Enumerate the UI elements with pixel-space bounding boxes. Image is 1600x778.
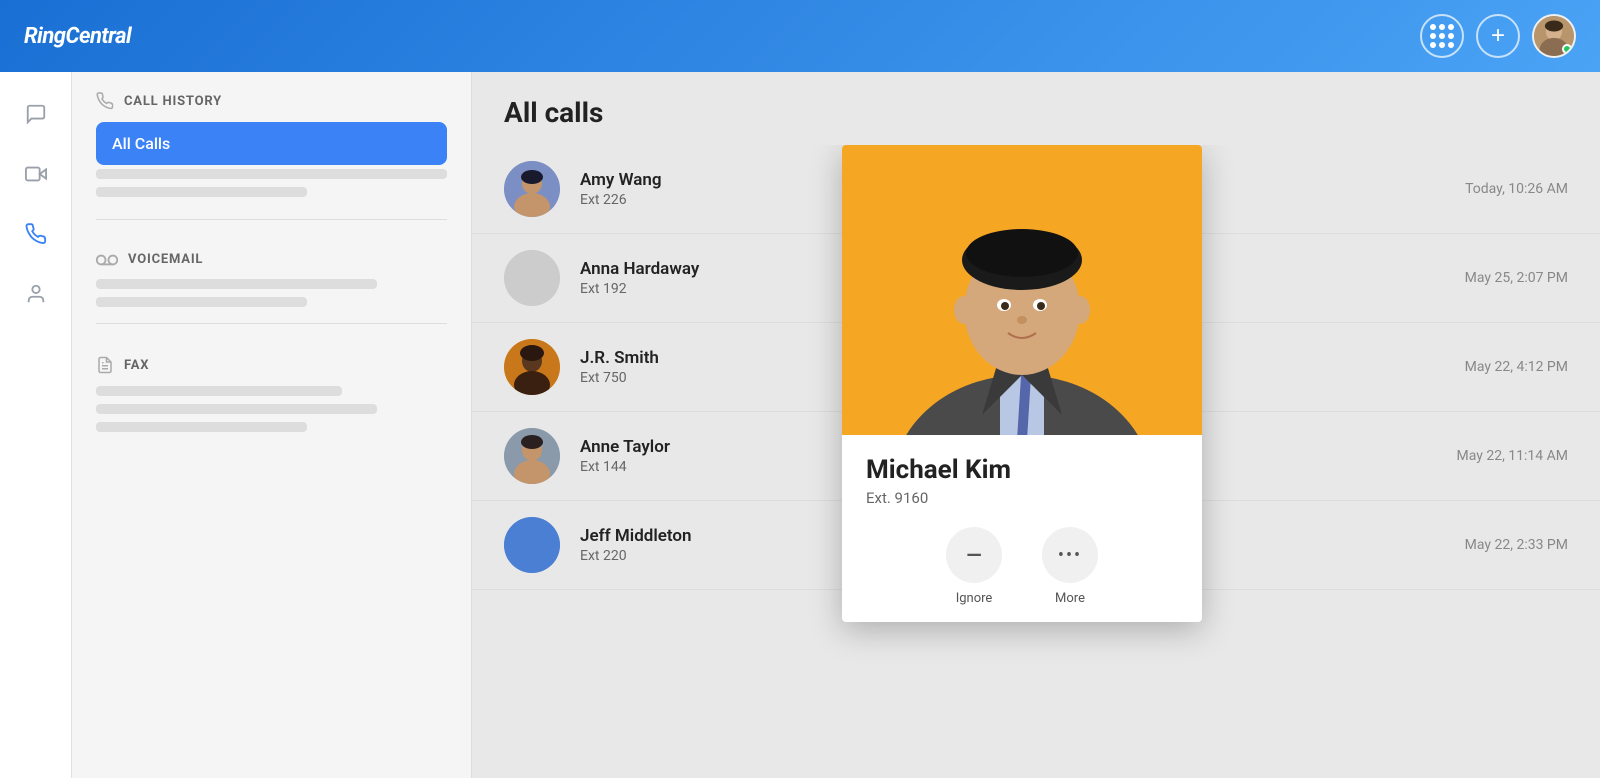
avatar-jr-smith xyxy=(504,339,560,395)
fax-placeholders xyxy=(72,386,471,432)
fax-section: FAX xyxy=(72,340,471,386)
nav-placeholder-1 xyxy=(96,169,447,179)
voicemail-icon xyxy=(96,253,118,267)
sidebar-item-chat[interactable] xyxy=(14,92,58,136)
ignore-label: Ignore xyxy=(956,591,993,606)
calls-inner: Amy Wang Ext 226 Today, 10:26 AM Anna Ha… xyxy=(472,145,1600,590)
more-button[interactable]: ••• xyxy=(1042,527,1098,583)
section-divider-1 xyxy=(96,219,447,220)
voicemail-placeholders xyxy=(72,279,471,307)
call-time-jr-smith: May 22, 4:12 PM xyxy=(1465,359,1568,375)
user-avatar[interactable] xyxy=(1532,14,1576,58)
fax-title: FAX xyxy=(96,356,447,374)
contact-card-ext: Ext. 9160 xyxy=(866,489,1178,507)
voicemail-section: VOICEMAIL xyxy=(72,236,471,279)
sidebar-item-video[interactable] xyxy=(14,152,58,196)
contact-card-actions: — Ignore ••• More xyxy=(866,527,1178,606)
more-action[interactable]: ••• More xyxy=(1042,527,1098,606)
main-content: CALL HISTORY All Calls VOICEMAIL xyxy=(0,72,1600,778)
avatar-anna-hardaway xyxy=(504,250,560,306)
section-divider-2 xyxy=(96,323,447,324)
nav-placeholder-2 xyxy=(96,187,307,197)
sidebar-icons xyxy=(0,72,72,778)
header-actions: + xyxy=(1420,14,1576,58)
voicemail-title: VOICEMAIL xyxy=(96,252,447,267)
dots-grid-icon xyxy=(1430,24,1454,48)
contact-card-name: Michael Kim xyxy=(866,455,1178,485)
ph-bar-5 xyxy=(96,422,307,432)
call-time-amy-wang: Today, 10:26 AM xyxy=(1465,181,1568,197)
avatar-amy-wang xyxy=(504,161,560,217)
ignore-button[interactable]: — xyxy=(946,527,1002,583)
call-time-jeff-middleton: May 22, 2:33 PM xyxy=(1465,537,1568,553)
call-time-anne-taylor: May 22, 11:14 AM xyxy=(1457,448,1569,464)
contact-card-info: Michael Kim Ext. 9160 — Ignore xyxy=(842,435,1202,622)
sidebar-panel: CALL HISTORY All Calls VOICEMAIL xyxy=(72,72,472,778)
call-history-section: CALL HISTORY All Calls xyxy=(72,72,471,215)
sidebar-item-contacts[interactable] xyxy=(14,272,58,316)
page-title: All calls xyxy=(504,96,1568,129)
fax-label: FAX xyxy=(124,358,149,373)
call-time-anna-hardaway: May 25, 2:07 PM xyxy=(1465,270,1568,286)
voicemail-label: VOICEMAIL xyxy=(128,252,203,267)
sidebar-item-phone[interactable] xyxy=(14,212,58,256)
phone-small-icon xyxy=(96,92,114,110)
more-icon: ••• xyxy=(1058,545,1082,566)
ph-bar-4 xyxy=(96,404,377,414)
contact-card: Michael Kim Ext. 9160 — Ignore xyxy=(842,145,1202,622)
all-calls-nav-item[interactable]: All Calls xyxy=(96,122,447,165)
call-list-header: All calls xyxy=(472,72,1600,145)
calls-container: Amy Wang Ext 226 Today, 10:26 AM Anna Ha… xyxy=(472,145,1600,778)
ph-bar-3 xyxy=(96,386,342,396)
contact-card-photo xyxy=(842,145,1202,435)
avatar-anne-taylor xyxy=(504,428,560,484)
ph-bar-1 xyxy=(96,279,377,289)
ignore-icon: — xyxy=(966,543,981,567)
online-status-indicator xyxy=(1562,44,1572,54)
call-list: All calls Amy Wang Ex xyxy=(472,72,1600,778)
avatar-jeff-middleton xyxy=(504,517,560,573)
header: RingCentral + xyxy=(0,0,1600,72)
call-history-title: CALL HISTORY xyxy=(96,92,447,110)
ph-bar-2 xyxy=(96,297,307,307)
app-logo: RingCentral xyxy=(24,24,131,49)
fax-icon xyxy=(96,356,114,374)
call-history-label: CALL HISTORY xyxy=(124,94,222,109)
grid-menu-button[interactable] xyxy=(1420,14,1464,58)
more-label: More xyxy=(1055,591,1085,606)
add-button[interactable]: + xyxy=(1476,14,1520,58)
ignore-action[interactable]: — Ignore xyxy=(946,527,1002,606)
